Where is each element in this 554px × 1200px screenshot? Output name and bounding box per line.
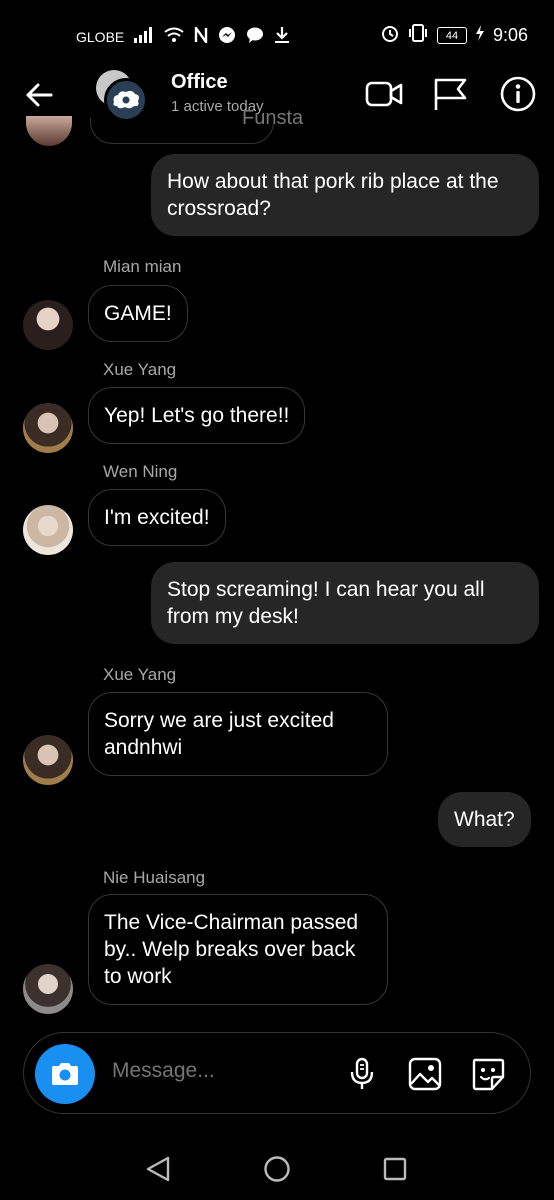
alarm-icon xyxy=(381,24,399,47)
avatar-wen-ning[interactable] xyxy=(23,505,73,555)
message-bubble-incoming[interactable]: Sorry we are just excited andnhwi xyxy=(88,692,388,776)
group-avatar-front xyxy=(104,78,148,122)
sticker-button[interactable] xyxy=(468,1054,508,1094)
image-icon xyxy=(408,1057,442,1091)
message-bubble-incoming[interactable]: The Vice-Chairman passed by.. Welp break… xyxy=(88,894,388,1005)
status-bar: GLOBE 44 9:06 xyxy=(0,0,554,66)
message-bubble-outgoing[interactable]: What? xyxy=(438,792,531,847)
avatar-partial xyxy=(26,116,72,146)
back-button[interactable] xyxy=(24,80,54,110)
avatar-xue-yang[interactable] xyxy=(23,735,73,785)
status-right: 44 9:06 xyxy=(381,24,528,47)
clock: 9:06 xyxy=(492,25,528,45)
camera-button[interactable] xyxy=(35,1044,95,1104)
flag-icon xyxy=(434,78,467,110)
message-bubble-incoming[interactable]: GAME! xyxy=(88,285,188,342)
gallery-button[interactable] xyxy=(405,1054,445,1094)
message-composer xyxy=(23,1032,531,1114)
vibrate-icon xyxy=(407,24,429,47)
message-bubble-partial xyxy=(90,118,274,144)
sender-name: Nie Huaisang xyxy=(103,868,206,887)
back-arrow-icon xyxy=(26,83,53,107)
cloud-emblem-icon xyxy=(113,90,139,109)
battery-indicator: 44 xyxy=(436,27,467,44)
message-bubble-incoming[interactable]: Yep! Let's go there!! xyxy=(88,387,306,444)
nav-home-button[interactable] xyxy=(262,1154,292,1184)
info-icon xyxy=(500,76,536,112)
message-bubble-outgoing[interactable]: Stop screaming! I can hear you all from … xyxy=(151,562,539,644)
sender-name: Mian mian xyxy=(103,257,182,276)
square-recents-icon xyxy=(383,1157,407,1181)
sender-name: Xue Yang xyxy=(103,665,177,684)
avatar-mian-mian[interactable] xyxy=(23,300,73,350)
microphone-icon xyxy=(350,1057,374,1089)
wifi-icon xyxy=(164,27,184,46)
avatar-xue-yang[interactable] xyxy=(23,403,73,453)
chat-title[interactable]: Office xyxy=(171,71,228,94)
message-bubble-outgoing[interactable]: How about that pork rib place at the cro… xyxy=(151,154,539,236)
circle-home-icon xyxy=(264,1156,290,1182)
nav-recents-button[interactable] xyxy=(380,1154,410,1184)
avatar-nie-huaisang[interactable] xyxy=(23,964,73,1014)
system-navigation-bar xyxy=(0,1138,554,1200)
status-left: GLOBE xyxy=(76,24,290,47)
video-camera-icon xyxy=(365,81,403,107)
sender-name: Xue Yang xyxy=(103,360,177,379)
group-avatar[interactable] xyxy=(96,70,150,124)
chat-icon xyxy=(246,26,264,47)
voice-message-button[interactable] xyxy=(342,1054,382,1094)
camera-icon xyxy=(52,1063,78,1085)
triangle-back-icon xyxy=(146,1156,170,1182)
chat-header: Office 1 active today Funsta xyxy=(0,66,554,129)
message-bubble-incoming[interactable]: I'm excited! xyxy=(88,489,226,546)
charging-icon xyxy=(475,25,485,46)
report-button[interactable] xyxy=(430,74,470,114)
video-call-button[interactable] xyxy=(364,74,404,114)
nav-back-button[interactable] xyxy=(143,1154,173,1184)
sticker-icon xyxy=(472,1058,505,1091)
carrier-label: GLOBE xyxy=(76,28,125,45)
signal-icon xyxy=(134,27,154,46)
nfc-icon xyxy=(194,24,208,46)
sender-name: Wen Ning xyxy=(103,462,178,481)
info-button[interactable] xyxy=(498,74,538,114)
message-input[interactable] xyxy=(112,1059,332,1083)
download-icon xyxy=(274,26,290,47)
messenger-icon xyxy=(218,26,236,47)
